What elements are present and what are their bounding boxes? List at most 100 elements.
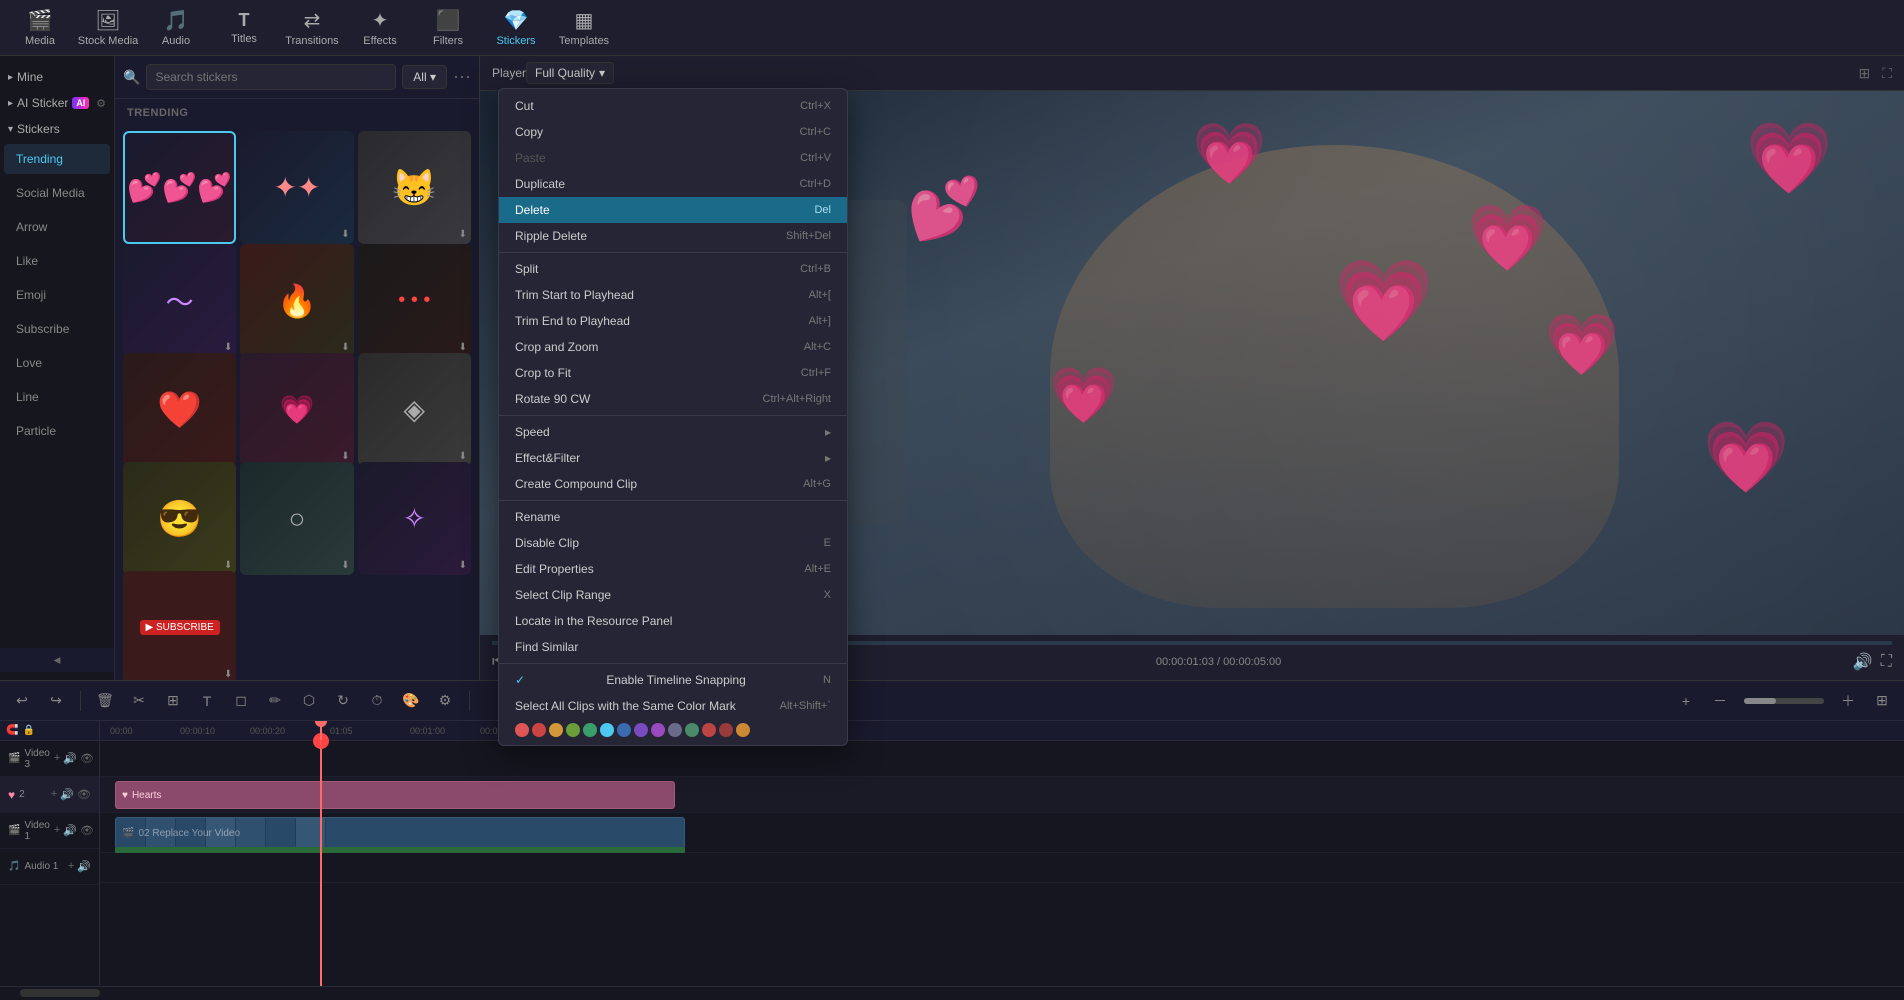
toolbar-audio[interactable]: 🎵 Audio: [144, 3, 208, 53]
sticker-item-subscribe[interactable]: ▶ SUBSCRIBE ⬇: [123, 571, 236, 680]
sidebar-section-stickers[interactable]: ▾ Stickers: [0, 116, 114, 142]
sticker-item-swirl[interactable]: 〜 ⬇: [123, 244, 236, 357]
text-button[interactable]: T: [193, 687, 221, 715]
menu-edit-props[interactable]: Edit Properties Alt+E: [499, 556, 847, 582]
track-eye-icon2[interactable]: 👁: [77, 788, 91, 801]
menu-split[interactable]: Split Ctrl+B: [499, 256, 847, 282]
track-add-icon4[interactable]: +: [68, 860, 74, 873]
bottom-scrollbar[interactable]: [0, 986, 1904, 1000]
toolbar-templates[interactable]: ▦ Templates: [552, 3, 616, 53]
magnet-icon[interactable]: 🧲: [6, 725, 18, 736]
grid-icon[interactable]: ⊞: [1858, 65, 1870, 82]
color-dot-1[interactable]: [515, 723, 529, 737]
menu-locate[interactable]: Locate in the Resource Panel: [499, 608, 847, 634]
sticker-item-dots[interactable]: • • • ⬇: [358, 244, 471, 357]
toolbar-media[interactable]: 🎬 Media: [8, 3, 72, 53]
adjust-button[interactable]: ⚙: [431, 687, 459, 715]
track-add-icon[interactable]: +: [54, 752, 60, 765]
zoom-slider[interactable]: [1744, 698, 1824, 704]
toolbar-effects[interactable]: ✦ Effects: [348, 3, 412, 53]
menu-crop-fit[interactable]: Crop to Fit Ctrl+F: [499, 360, 847, 386]
color-dot-5[interactable]: [583, 723, 597, 737]
menu-speed[interactable]: Speed ▸: [499, 419, 847, 445]
menu-ripple-delete[interactable]: Ripple Delete Shift+Del: [499, 223, 847, 249]
sidebar-item-trending[interactable]: Trending: [4, 144, 110, 174]
color-dot-11[interactable]: [685, 723, 699, 737]
sidebar-item-line[interactable]: Line: [4, 382, 110, 412]
sidebar-item-particle[interactable]: Particle: [4, 416, 110, 446]
playhead[interactable]: [320, 721, 322, 740]
menu-crop-zoom[interactable]: Crop and Zoom Alt+C: [499, 334, 847, 360]
timeline-tracks[interactable]: 00:00 00:00:10 00:00:20 01:05 00:01:00 0…: [100, 721, 1904, 986]
volume-button[interactable]: 🔊: [1853, 652, 1873, 672]
color-dot-14[interactable]: [736, 723, 750, 737]
sticker-item-circle[interactable]: ○ ⬇: [240, 462, 353, 575]
sidebar-section-mine[interactable]: ▸ Mine: [0, 64, 114, 90]
menu-select-color[interactable]: Select All Clips with the Same Color Mar…: [499, 693, 847, 719]
menu-effect-filter[interactable]: Effect&Filter ▸: [499, 445, 847, 471]
shape-button[interactable]: ◻: [227, 687, 255, 715]
cut-button[interactable]: ✂: [125, 687, 153, 715]
mask-button[interactable]: ⬡: [295, 687, 323, 715]
track-eye-icon3[interactable]: 👁: [80, 824, 94, 837]
menu-compound[interactable]: Create Compound Clip Alt+G: [499, 471, 847, 497]
sidebar-section-ai[interactable]: ▸ AI Sticker AI ⚙: [0, 90, 114, 116]
rotate-button[interactable]: ↻: [329, 687, 357, 715]
sidebar-collapse-button[interactable]: ◂: [0, 648, 114, 672]
fullscreen-icon[interactable]: ⛶: [1882, 65, 1892, 82]
color-dot-2[interactable]: [532, 723, 546, 737]
menu-copy[interactable]: Copy Ctrl+C: [499, 119, 847, 145]
color-dot-7[interactable]: [617, 723, 631, 737]
delete-button[interactable]: 🗑: [91, 687, 119, 715]
sticker-item-red-heart[interactable]: ❤️: [123, 353, 236, 466]
menu-trim-end[interactable]: Trim End to Playhead Alt+]: [499, 308, 847, 334]
clip-video1[interactable]: 🎬 02 Replace Your Video: [115, 817, 685, 849]
toolbar-filters[interactable]: ⬛ Filters: [416, 3, 480, 53]
sticker-item-magic[interactable]: ✧ ⬇: [358, 462, 471, 575]
sticker-item-hearts[interactable]: 💕💕💕: [123, 131, 236, 244]
lock-icon[interactable]: 🔒: [22, 725, 34, 736]
color-dot-9[interactable]: [651, 723, 665, 737]
track-audio-icon[interactable]: 🔊: [63, 752, 77, 765]
menu-rotate[interactable]: Rotate 90 CW Ctrl+Alt+Right: [499, 386, 847, 412]
filter-button[interactable]: All ▾: [402, 65, 447, 89]
menu-duplicate[interactable]: Duplicate Ctrl+D: [499, 171, 847, 197]
menu-cut[interactable]: Cut Ctrl+X: [499, 93, 847, 119]
sidebar-item-love[interactable]: Love: [4, 348, 110, 378]
color-dot-4[interactable]: [566, 723, 580, 737]
track-eye-icon[interactable]: 👁: [80, 752, 94, 765]
sticker-item-cat[interactable]: 😸 ⬇: [358, 131, 471, 244]
speed-button[interactable]: ⏱: [363, 687, 391, 715]
color-dot-12[interactable]: [702, 723, 716, 737]
track-add-icon2[interactable]: +: [51, 788, 57, 801]
menu-enable-snapping[interactable]: ✓ Enable Timeline Snapping N: [499, 667, 847, 693]
color-dot-8[interactable]: [634, 723, 648, 737]
search-input[interactable]: [146, 64, 396, 90]
undo-button[interactable]: ↩: [8, 687, 36, 715]
menu-disable[interactable]: Disable Clip E: [499, 530, 847, 556]
redo-button[interactable]: ↪: [42, 687, 70, 715]
crop-button[interactable]: ⊞: [159, 687, 187, 715]
color-dot-13[interactable]: [719, 723, 733, 737]
ai-settings-icon[interactable]: ⚙: [96, 97, 106, 110]
quality-select[interactable]: Full Quality ▾: [526, 62, 614, 84]
sticker-item-fire[interactable]: 🔥 ⬇: [240, 244, 353, 357]
track-audio-icon3[interactable]: 🔊: [63, 824, 77, 837]
sticker-item-emoji-cool[interactable]: 😎 ⬇: [123, 462, 236, 575]
menu-rename[interactable]: Rename: [499, 504, 847, 530]
zoom-in-button[interactable]: ＋: [1834, 687, 1862, 715]
color-dot-3[interactable]: [549, 723, 563, 737]
sticker-item-white[interactable]: ◈ ⬇: [358, 353, 471, 466]
menu-find-similar[interactable]: Find Similar: [499, 634, 847, 660]
add-track-button[interactable]: +: [1672, 687, 1700, 715]
sidebar-item-subscribe[interactable]: Subscribe: [4, 314, 110, 344]
more-options-button[interactable]: ⋯: [453, 67, 471, 88]
fullscreen-button[interactable]: ⛶: [1881, 653, 1892, 671]
menu-trim-start[interactable]: Trim Start to Playhead Alt+[: [499, 282, 847, 308]
track-audio-icon2[interactable]: 🔊: [60, 788, 74, 801]
clip-hearts[interactable]: ♥ Hearts: [115, 781, 675, 809]
grid-view-button[interactable]: ⊞: [1868, 687, 1896, 715]
sidebar-item-social[interactable]: Social Media: [4, 178, 110, 208]
pen-button[interactable]: ✏: [261, 687, 289, 715]
sticker-item-sparkle[interactable]: ✦✦ ⬇: [240, 131, 353, 244]
